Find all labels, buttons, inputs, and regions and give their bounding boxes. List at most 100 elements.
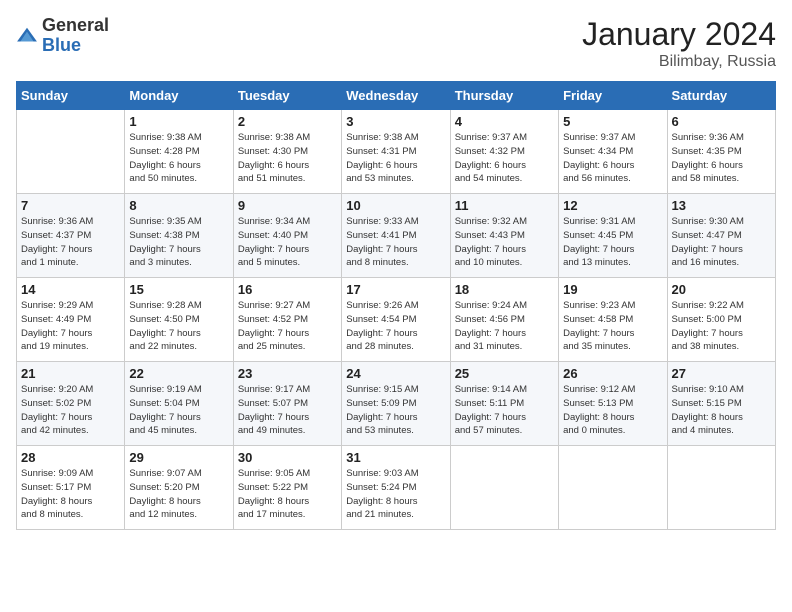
day-info: Sunrise: 9:22 AM Sunset: 5:00 PM Dayligh… bbox=[672, 299, 771, 354]
day-info: Sunrise: 9:34 AM Sunset: 4:40 PM Dayligh… bbox=[238, 215, 337, 270]
day-info: Sunrise: 9:38 AM Sunset: 4:31 PM Dayligh… bbox=[346, 131, 445, 186]
day-info: Sunrise: 9:37 AM Sunset: 4:34 PM Dayligh… bbox=[563, 131, 662, 186]
day-number: 3 bbox=[346, 114, 445, 129]
day-cell: 7 Sunrise: 9:36 AM Sunset: 4:37 PM Daylig… bbox=[17, 194, 125, 278]
day-number: 12 bbox=[563, 198, 662, 213]
day-cell: 1Sunrise: 9:38 AM Sunset: 4:28 PM Daylig… bbox=[125, 110, 233, 194]
week-row-1: 7 Sunrise: 9:36 AM Sunset: 4:37 PM Daylig… bbox=[17, 194, 776, 278]
day-number: 11 bbox=[455, 198, 554, 213]
day-cell: 3 Sunrise: 9:38 AM Sunset: 4:31 PM Daylig… bbox=[342, 110, 450, 194]
day-number: 22 bbox=[129, 366, 228, 381]
day-cell: 24 Sunrise: 9:15 AM Sunset: 5:09 PM Dayli… bbox=[342, 362, 450, 446]
day-cell: 23Sunrise: 9:17 AM Sunset: 5:07 PM Dayli… bbox=[233, 362, 341, 446]
col-header-sunday: Sunday bbox=[17, 82, 125, 110]
day-cell: 11 Sunrise: 9:32 AM Sunset: 4:43 PM Dayli… bbox=[450, 194, 558, 278]
day-info: Sunrise: 9:24 AM Sunset: 4:56 PM Dayligh… bbox=[455, 299, 554, 354]
header: General Blue January 2024 Bilimbay, Russ… bbox=[16, 16, 776, 71]
day-cell: 12 Sunrise: 9:31 AM Sunset: 4:45 PM Dayli… bbox=[559, 194, 667, 278]
day-cell: 16Sunrise: 9:27 AM Sunset: 4:52 PM Dayli… bbox=[233, 278, 341, 362]
day-cell: 20Sunrise: 9:22 AM Sunset: 5:00 PM Dayli… bbox=[667, 278, 775, 362]
day-info: Sunrise: 9:12 AM Sunset: 5:13 PM Dayligh… bbox=[563, 383, 662, 438]
day-cell: 30 Sunrise: 9:05 AM Sunset: 5:22 PM Dayli… bbox=[233, 446, 341, 530]
page: General Blue January 2024 Bilimbay, Russ… bbox=[0, 0, 792, 612]
day-number: 30 bbox=[238, 450, 337, 465]
day-number: 5 bbox=[563, 114, 662, 129]
location-title: Bilimbay, Russia bbox=[582, 53, 776, 71]
day-cell: 13Sunrise: 9:30 AM Sunset: 4:47 PM Dayli… bbox=[667, 194, 775, 278]
day-cell: 15 Sunrise: 9:28 AM Sunset: 4:50 PM Dayli… bbox=[125, 278, 233, 362]
day-info: Sunrise: 9:32 AM Sunset: 4:43 PM Dayligh… bbox=[455, 215, 554, 270]
col-header-monday: Monday bbox=[125, 82, 233, 110]
day-cell: 10Sunrise: 9:33 AM Sunset: 4:41 PM Dayli… bbox=[342, 194, 450, 278]
day-cell: 6Sunrise: 9:36 AM Sunset: 4:35 PM Daylig… bbox=[667, 110, 775, 194]
day-cell: 19Sunrise: 9:23 AM Sunset: 4:58 PM Dayli… bbox=[559, 278, 667, 362]
day-info: Sunrise: 9:30 AM Sunset: 4:47 PM Dayligh… bbox=[672, 215, 771, 270]
week-row-4: 28Sunrise: 9:09 AM Sunset: 5:17 PM Dayli… bbox=[17, 446, 776, 530]
day-info: Sunrise: 9:10 AM Sunset: 5:15 PM Dayligh… bbox=[672, 383, 771, 438]
day-info: Sunrise: 9:15 AM Sunset: 5:09 PM Dayligh… bbox=[346, 383, 445, 438]
day-number: 14 bbox=[21, 282, 120, 297]
month-title: January 2024 bbox=[582, 16, 776, 53]
day-number: 18 bbox=[455, 282, 554, 297]
day-info: Sunrise: 9:38 AM Sunset: 4:30 PM Dayligh… bbox=[238, 131, 337, 186]
day-number: 28 bbox=[21, 450, 120, 465]
day-number: 23 bbox=[238, 366, 337, 381]
day-cell: 29Sunrise: 9:07 AM Sunset: 5:20 PM Dayli… bbox=[125, 446, 233, 530]
col-header-saturday: Saturday bbox=[667, 82, 775, 110]
day-cell: 14Sunrise: 9:29 AM Sunset: 4:49 PM Dayli… bbox=[17, 278, 125, 362]
day-number: 9 bbox=[238, 198, 337, 213]
day-number: 17 bbox=[346, 282, 445, 297]
day-info: Sunrise: 9:26 AM Sunset: 4:54 PM Dayligh… bbox=[346, 299, 445, 354]
day-number: 25 bbox=[455, 366, 554, 381]
col-header-wednesday: Wednesday bbox=[342, 82, 450, 110]
day-info: Sunrise: 9:05 AM Sunset: 5:22 PM Dayligh… bbox=[238, 467, 337, 522]
day-cell: 27 Sunrise: 9:10 AM Sunset: 5:15 PM Dayli… bbox=[667, 362, 775, 446]
day-number: 15 bbox=[129, 282, 228, 297]
day-info: Sunrise: 9:35 AM Sunset: 4:38 PM Dayligh… bbox=[129, 215, 228, 270]
day-info: Sunrise: 9:38 AM Sunset: 4:28 PM Dayligh… bbox=[129, 131, 228, 186]
day-cell: 31 Sunrise: 9:03 AM Sunset: 5:24 PM Dayli… bbox=[342, 446, 450, 530]
col-header-friday: Friday bbox=[559, 82, 667, 110]
title-block: January 2024 Bilimbay, Russia bbox=[582, 16, 776, 71]
day-number: 21 bbox=[21, 366, 120, 381]
calendar-header-row: SundayMondayTuesdayWednesdayThursdayFrid… bbox=[17, 82, 776, 110]
day-number: 8 bbox=[129, 198, 228, 213]
day-cell bbox=[17, 110, 125, 194]
day-number: 19 bbox=[563, 282, 662, 297]
day-cell: 4Sunrise: 9:37 AM Sunset: 4:32 PM Daylig… bbox=[450, 110, 558, 194]
day-number: 7 bbox=[21, 198, 120, 213]
col-header-tuesday: Tuesday bbox=[233, 82, 341, 110]
day-cell: 18 Sunrise: 9:24 AM Sunset: 4:56 PM Dayli… bbox=[450, 278, 558, 362]
logo-text: General Blue bbox=[42, 16, 109, 56]
day-cell: 5 Sunrise: 9:37 AM Sunset: 4:34 PM Daylig… bbox=[559, 110, 667, 194]
week-row-0: 1Sunrise: 9:38 AM Sunset: 4:28 PM Daylig… bbox=[17, 110, 776, 194]
day-number: 26 bbox=[563, 366, 662, 381]
day-info: Sunrise: 9:36 AM Sunset: 4:37 PM Dayligh… bbox=[21, 215, 120, 270]
logo-icon bbox=[16, 25, 38, 47]
day-info: Sunrise: 9:31 AM Sunset: 4:45 PM Dayligh… bbox=[563, 215, 662, 270]
day-number: 10 bbox=[346, 198, 445, 213]
day-cell: 25 Sunrise: 9:14 AM Sunset: 5:11 PM Dayli… bbox=[450, 362, 558, 446]
day-cell bbox=[667, 446, 775, 530]
day-number: 24 bbox=[346, 366, 445, 381]
day-info: Sunrise: 9:28 AM Sunset: 4:50 PM Dayligh… bbox=[129, 299, 228, 354]
day-number: 31 bbox=[346, 450, 445, 465]
day-cell: 28Sunrise: 9:09 AM Sunset: 5:17 PM Dayli… bbox=[17, 446, 125, 530]
week-row-3: 21 Sunrise: 9:20 AM Sunset: 5:02 PM Dayli… bbox=[17, 362, 776, 446]
day-number: 29 bbox=[129, 450, 228, 465]
day-cell: 26 Sunrise: 9:12 AM Sunset: 5:13 PM Dayli… bbox=[559, 362, 667, 446]
day-info: Sunrise: 9:20 AM Sunset: 5:02 PM Dayligh… bbox=[21, 383, 120, 438]
day-number: 2 bbox=[238, 114, 337, 129]
logo: General Blue bbox=[16, 16, 109, 56]
day-number: 4 bbox=[455, 114, 554, 129]
calendar-table: SundayMondayTuesdayWednesdayThursdayFrid… bbox=[16, 81, 776, 530]
day-cell: 2 Sunrise: 9:38 AM Sunset: 4:30 PM Daylig… bbox=[233, 110, 341, 194]
day-cell: 22Sunrise: 9:19 AM Sunset: 5:04 PM Dayli… bbox=[125, 362, 233, 446]
day-info: Sunrise: 9:14 AM Sunset: 5:11 PM Dayligh… bbox=[455, 383, 554, 438]
day-cell bbox=[450, 446, 558, 530]
day-number: 27 bbox=[672, 366, 771, 381]
logo-general-text: General bbox=[42, 16, 109, 36]
day-cell: 21 Sunrise: 9:20 AM Sunset: 5:02 PM Dayli… bbox=[17, 362, 125, 446]
day-info: Sunrise: 9:03 AM Sunset: 5:24 PM Dayligh… bbox=[346, 467, 445, 522]
col-header-thursday: Thursday bbox=[450, 82, 558, 110]
